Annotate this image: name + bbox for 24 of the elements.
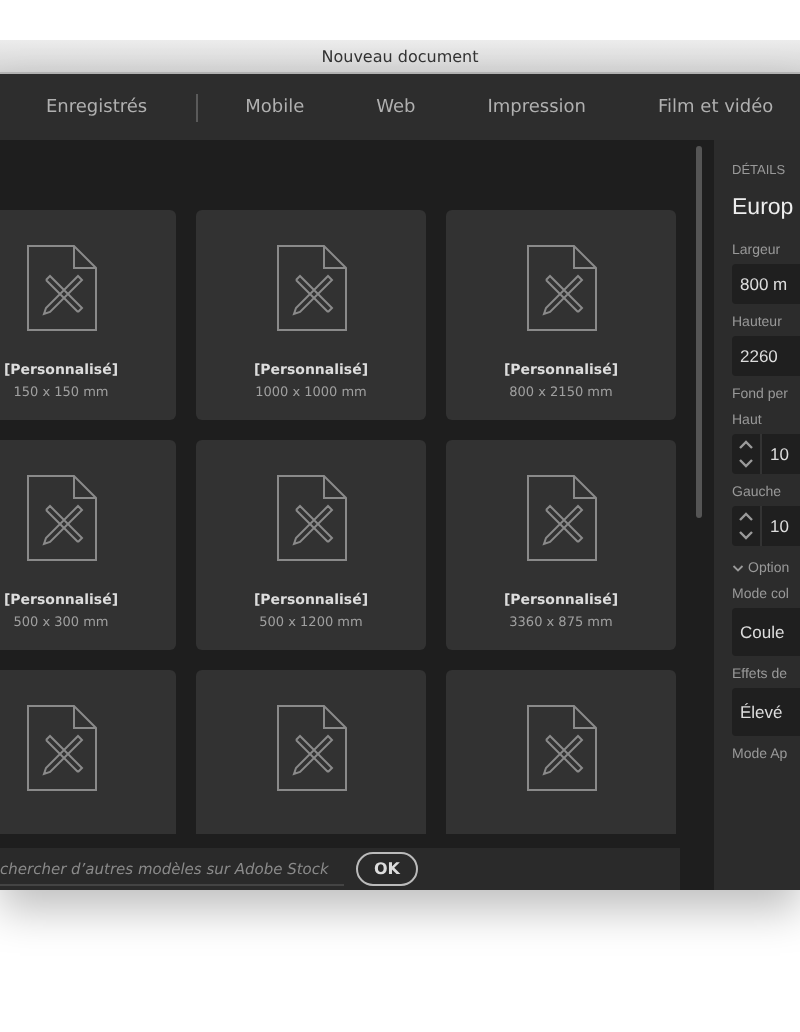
document-icon [525, 704, 597, 792]
scrollbar-thumb[interactable] [696, 146, 702, 518]
category-tab[interactable]: Mobile [245, 91, 305, 123]
document-icon [525, 244, 597, 332]
preset-name: Europ [732, 196, 794, 220]
document-icon [525, 474, 597, 562]
window-title: Nouveau document [321, 47, 479, 65]
document-icon [275, 474, 347, 562]
document-icon [275, 704, 347, 792]
dropdown[interactable]: Coule [732, 608, 800, 656]
category-tab[interactable]: Enregistrés [46, 91, 148, 123]
category-tab[interactable]: Web [376, 91, 416, 123]
document-icon [25, 244, 97, 332]
input-field[interactable]: 2260 [732, 336, 800, 376]
template-card[interactable] [446, 670, 676, 834]
document-icon [275, 244, 347, 332]
category-tab[interactable]: Film et vidéo [658, 91, 774, 123]
template-card[interactable] [196, 670, 426, 834]
document-icon [25, 474, 97, 562]
input-field[interactable]: 800 m [732, 264, 800, 304]
document-icon [25, 704, 97, 792]
dropdown[interactable]: Élevé [732, 688, 800, 736]
category-tab[interactable]: Impression [487, 91, 587, 123]
ok-button[interactable]: OK [356, 852, 418, 886]
